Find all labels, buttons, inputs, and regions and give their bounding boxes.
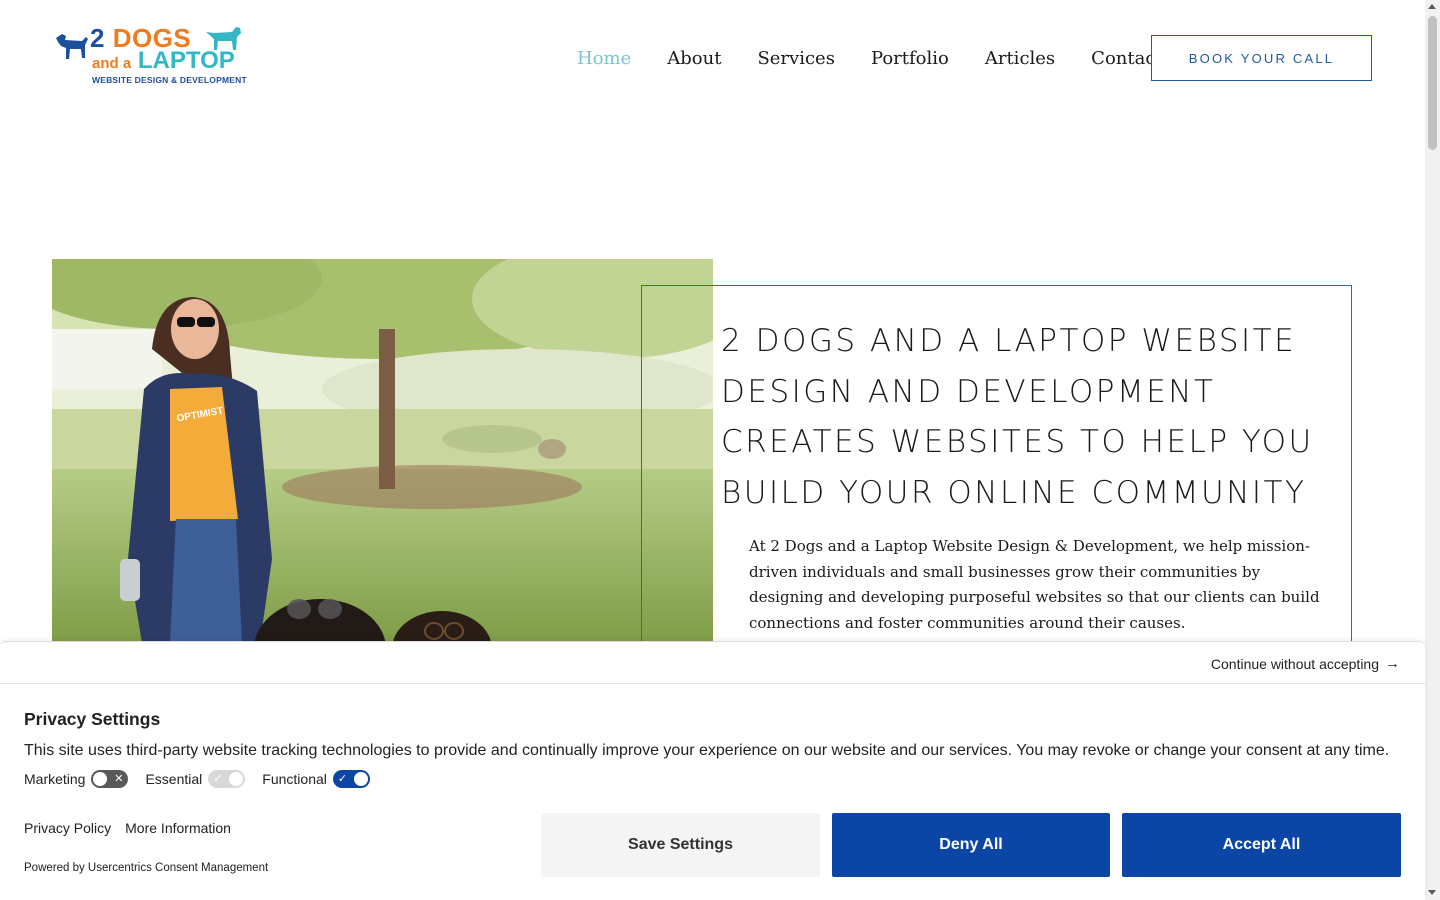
dog-left-icon (56, 34, 88, 59)
toggle-marketing-label: Marketing (24, 771, 86, 787)
more-information-link[interactable]: More Information (125, 820, 231, 836)
nav-about[interactable]: About (667, 48, 721, 69)
toggle-knob (229, 772, 244, 786)
toggle-essential-label: Essential (145, 771, 203, 787)
continue-label: Continue without accepting (1210, 655, 1379, 672)
nav-portfolio[interactable]: Portfolio (871, 48, 949, 69)
nav-articles[interactable]: Articles (985, 48, 1055, 69)
hero-title: 2 Dogs and a Laptop Website Design and D… (721, 323, 1314, 511)
check-icon: ✓ (213, 773, 223, 785)
consent-top-bar: Continue without accepting → (0, 642, 1425, 684)
toggle-functional-group: Functional ✓ (262, 770, 370, 788)
check-icon: ✓ (337, 773, 348, 785)
logo-line2: and a LAPTOP (92, 47, 235, 74)
privacy-policy-link[interactable]: Privacy Policy (24, 820, 111, 836)
nav-home[interactable]: Home (577, 48, 631, 69)
arrow-right-icon: → (1385, 655, 1400, 672)
scroll-thumb[interactable] (1428, 16, 1437, 150)
powered-by-text: Powered by Usercentrics Consent Manageme… (24, 862, 269, 874)
consent-toggles: Marketing ✕ Essential ✓ Functional ✓ (24, 770, 387, 788)
x-icon: ✕ (114, 773, 124, 785)
accept-all-button[interactable]: Accept All (1122, 813, 1401, 877)
toggle-knob (353, 772, 368, 786)
consent-banner: Continue without accepting → Privacy Set… (0, 641, 1425, 900)
scroll-down-arrow-icon[interactable] (1428, 890, 1436, 895)
toggle-essential: ✓ (208, 770, 246, 788)
toggle-functional[interactable]: ✓ (332, 770, 370, 788)
toggle-marketing[interactable]: ✕ (91, 770, 129, 788)
hero-body: At 2 Dogs and a Laptop Website Design & … (749, 537, 1320, 633)
deny-all-button[interactable]: Deny All (832, 813, 1110, 877)
page-scrollbar[interactable] (1425, 0, 1440, 900)
toggle-functional-label: Functional (262, 771, 327, 787)
book-call-button[interactable]: BOOK YOUR CALL (1151, 35, 1372, 81)
logo-tagline: WEBSITE DESIGN & DEVELOPMENT (92, 75, 247, 85)
nav-services[interactable]: Services (757, 48, 834, 69)
hero-photo: OPTIMIST (52, 259, 713, 643)
site-logo[interactable]: 2 DOGS and a LAPTOP WEBSITE DESIGN & DEV… (52, 22, 266, 90)
main-nav: Home About Services Portfolio Articles C… (577, 44, 1163, 72)
save-settings-button[interactable]: Save Settings (541, 813, 820, 877)
toggle-knob (93, 772, 108, 786)
continue-without-accepting-link[interactable]: Continue without accepting → (1211, 655, 1400, 672)
toggle-essential-group: Essential ✓ (145, 770, 246, 788)
scroll-up-arrow-icon[interactable] (1428, 4, 1436, 9)
consent-title: Privacy Settings (24, 709, 161, 729)
consent-links: Privacy Policy More Information (24, 820, 245, 836)
toggle-marketing-group: Marketing ✕ (24, 770, 129, 788)
consent-description: This site uses third-party website track… (24, 742, 1390, 759)
